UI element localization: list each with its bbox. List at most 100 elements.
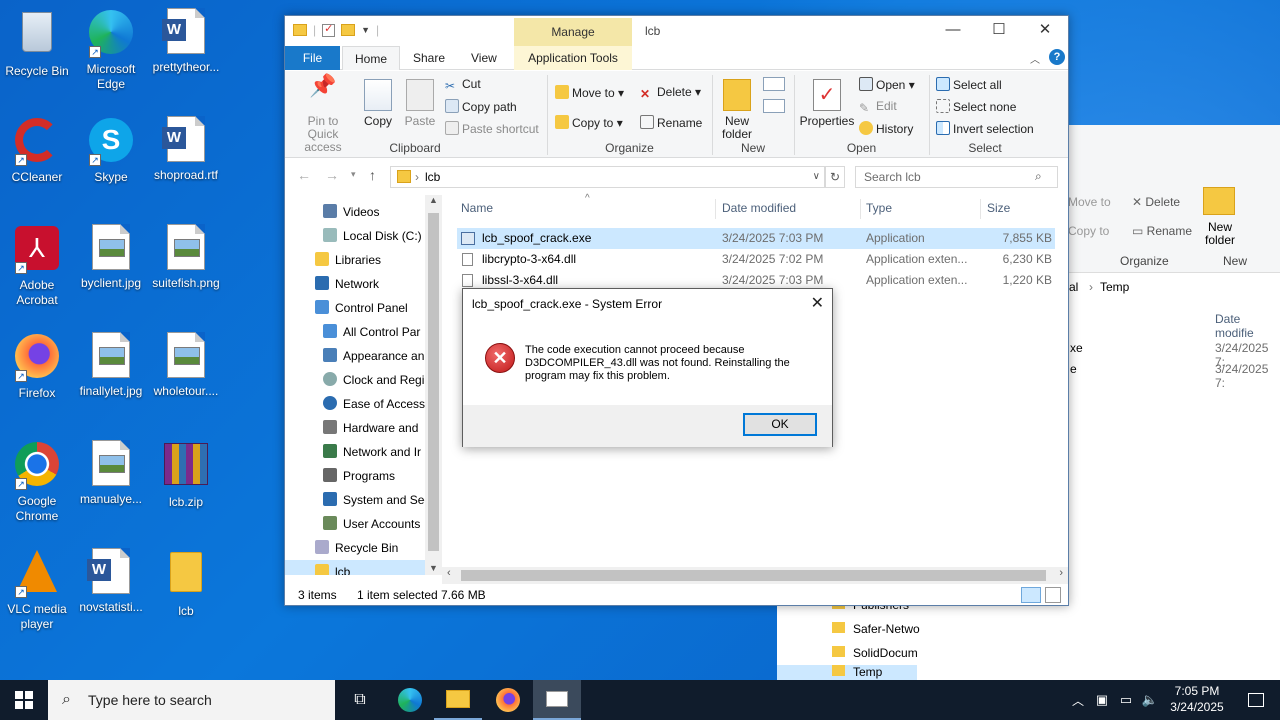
bg-row-name[interactable]: e bbox=[1070, 362, 1077, 376]
column-header-date[interactable]: Date modified bbox=[722, 201, 796, 215]
nav-item-videos[interactable]: Videos bbox=[285, 200, 425, 224]
show-hidden-icons-icon[interactable]: ︿ bbox=[1066, 680, 1090, 720]
close-button[interactable]: ✕ bbox=[1022, 16, 1068, 46]
nav-item-network-internet[interactable]: Network and Ir bbox=[285, 440, 425, 464]
address-dropdown-icon[interactable]: ∨ bbox=[813, 167, 820, 187]
nav-scrollbar-thumb[interactable] bbox=[428, 213, 439, 551]
recent-locations-icon[interactable]: ▾ bbox=[351, 169, 356, 180]
ok-button[interactable]: OK bbox=[743, 413, 817, 436]
nav-item-programs[interactable]: Programs bbox=[285, 464, 425, 488]
file-explorer-taskbar-icon[interactable] bbox=[434, 680, 482, 720]
desktop-icon-vlc[interactable]: ↗ VLC media player bbox=[0, 548, 75, 632]
open-button[interactable]: Open ▾ bbox=[859, 77, 915, 92]
maximize-button[interactable]: ☐ bbox=[976, 16, 1022, 46]
desktop-icon-skype[interactable]: S ↗ Skype bbox=[73, 116, 149, 185]
desktop-icon-wholetour[interactable]: wholetour.... bbox=[148, 332, 224, 399]
new-folder-button[interactable]: New folder bbox=[717, 79, 757, 141]
desktop-icon-acrobat[interactable]: ⅄ ↗ Adobe Acrobat bbox=[0, 224, 75, 308]
desktop-icon-shoproad[interactable]: W shoproad.rtf bbox=[148, 116, 224, 183]
bg-date-column-header[interactable]: Date modifie bbox=[1215, 312, 1280, 340]
desktop-icon-byclient[interactable]: byclient.jpg bbox=[73, 224, 149, 291]
edge-taskbar-icon[interactable] bbox=[386, 680, 434, 720]
bg-row-name[interactable]: xe bbox=[1070, 341, 1083, 355]
nav-item-network[interactable]: Network bbox=[285, 272, 425, 296]
horizontal-scrollbar[interactable]: ‹ › bbox=[442, 567, 1068, 584]
rename-button[interactable]: Rename bbox=[640, 115, 702, 130]
error-dialog-taskbar-icon[interactable] bbox=[533, 680, 581, 720]
device-icon[interactable]: ▣ bbox=[1090, 680, 1114, 720]
clock[interactable]: 7:05 PM 3/24/2025 bbox=[1162, 683, 1232, 715]
desktop-icon-lcb-zip[interactable]: lcb.zip bbox=[148, 440, 224, 510]
notifications-icon[interactable] bbox=[1232, 680, 1280, 720]
title-bar[interactable]: | ▼ | Manage lcb — ☐ ✕ bbox=[285, 16, 1068, 46]
tab-file[interactable]: File bbox=[285, 46, 340, 70]
bg-new-folder-button[interactable]: New folder bbox=[1200, 221, 1240, 247]
new-folder-qat-icon[interactable] bbox=[341, 24, 356, 36]
column-header-name[interactable]: Name bbox=[461, 201, 493, 215]
bg-nav-item[interactable]: Safer-Netwo bbox=[832, 622, 920, 636]
copy-to-button[interactable]: Copy to ▾ bbox=[555, 115, 623, 130]
address-bar[interactable]: › lcb ∨ bbox=[390, 166, 825, 188]
select-none-button[interactable]: Select none bbox=[936, 99, 1016, 114]
search-input[interactable]: Search lcb bbox=[855, 166, 1058, 188]
customize-qat-icon[interactable]: ▼ bbox=[361, 25, 370, 35]
collapse-ribbon-icon[interactable]: ︿ bbox=[1030, 51, 1040, 66]
system-error-dialog[interactable]: lcb_spoof_crack.exe - System Error ✕ ✕ T… bbox=[462, 288, 833, 447]
desktop-icon-lcb-folder[interactable]: lcb bbox=[148, 548, 224, 619]
file-row[interactable]: libcrypto-3-x64.dll 3/24/2025 7:02 PM Ap… bbox=[457, 249, 1055, 270]
nav-item-local-disk[interactable]: Local Disk (C:) bbox=[285, 224, 425, 248]
desktop-icon-prettytheor[interactable]: W prettytheor... bbox=[148, 8, 224, 75]
nav-item-appearance[interactable]: Appearance an bbox=[285, 344, 425, 368]
tab-home[interactable]: Home bbox=[342, 46, 401, 70]
desktop-icon-firefox[interactable]: ↗ Firefox bbox=[0, 332, 75, 401]
tab-application-tools[interactable]: Application Tools bbox=[514, 46, 632, 70]
nav-item-lcb[interactable]: lcb bbox=[285, 560, 425, 575]
volume-icon[interactable]: 🔈 bbox=[1138, 680, 1162, 720]
select-all-button[interactable]: Select all bbox=[936, 77, 1002, 92]
desktop-icon-suitefish[interactable]: suitefish.png bbox=[148, 224, 224, 291]
start-button[interactable] bbox=[0, 680, 48, 720]
desktop-icon-edge[interactable]: ↗ Microsoft Edge bbox=[73, 8, 149, 92]
nav-item-user-accounts[interactable]: User Accounts bbox=[285, 512, 425, 536]
nav-item-all-control-panel[interactable]: All Control Par bbox=[285, 320, 425, 344]
task-view-icon[interactable]: ⧉ bbox=[336, 680, 384, 720]
bg-breadcrumb-b[interactable]: Temp bbox=[1100, 280, 1129, 294]
nav-scrollbar[interactable]: ▲ ▼ bbox=[425, 195, 442, 575]
forward-arrow-icon[interactable]: → bbox=[325, 167, 339, 183]
firefox-taskbar-icon[interactable] bbox=[484, 680, 532, 720]
back-arrow-icon[interactable]: ← bbox=[297, 167, 311, 183]
easy-access-icon[interactable] bbox=[763, 99, 785, 113]
properties-qat-icon[interactable] bbox=[322, 22, 336, 37]
cut-button[interactable]: ✂ Cut bbox=[445, 77, 481, 93]
address-path[interactable]: lcb bbox=[425, 170, 440, 184]
tab-view[interactable]: View bbox=[459, 46, 509, 70]
copy-path-button[interactable]: Copy path bbox=[445, 99, 517, 114]
edit-button[interactable]: ✎ Edit bbox=[859, 99, 897, 115]
column-header-type[interactable]: Type bbox=[866, 201, 892, 215]
nav-item-control-panel[interactable]: Control Panel bbox=[285, 296, 425, 320]
bg-nav-item-selected[interactable]: Temp bbox=[777, 665, 917, 680]
manage-contextual-tab[interactable]: Manage bbox=[514, 18, 632, 46]
new-item-icon[interactable] bbox=[763, 77, 785, 91]
desktop-icon-finallylet[interactable]: finallylet.jpg bbox=[73, 332, 149, 399]
large-icons-view-icon[interactable] bbox=[1045, 587, 1061, 603]
desktop-icon-ccleaner[interactable]: ↗ CCleaner bbox=[0, 116, 75, 185]
history-button[interactable]: History bbox=[859, 121, 913, 136]
copy-button[interactable]: Copy bbox=[361, 79, 395, 128]
minimize-button[interactable]: — bbox=[930, 16, 976, 46]
bg-move-to-button[interactable]: Move to bbox=[1068, 195, 1111, 209]
help-icon[interactable]: ? bbox=[1049, 49, 1065, 65]
dialog-close-icon[interactable]: ✕ bbox=[811, 293, 824, 313]
file-row[interactable]: lcb_spoof_crack.exe 3/24/2025 7:03 PM Ap… bbox=[457, 228, 1055, 249]
network-tray-icon[interactable]: ▭ bbox=[1114, 680, 1138, 720]
nav-item-system-security[interactable]: System and Sec bbox=[285, 488, 425, 512]
desktop-icon-chrome[interactable]: ↗ Google Chrome bbox=[0, 440, 75, 524]
properties-button[interactable]: ✓ Properties bbox=[799, 79, 855, 128]
taskbar-search-box[interactable]: ⌕ Type here to search bbox=[48, 680, 335, 720]
desktop-icon-novstatisti[interactable]: W novstatisti... bbox=[73, 548, 149, 615]
nav-item-recycle-bin[interactable]: Recycle Bin bbox=[285, 536, 425, 560]
move-to-button[interactable]: Move to ▾ bbox=[555, 85, 624, 100]
invert-selection-button[interactable]: Invert selection bbox=[936, 121, 1034, 136]
bg-copy-to-button[interactable]: Copy to bbox=[1068, 224, 1109, 238]
paste-shortcut-button[interactable]: Paste shortcut bbox=[445, 121, 539, 136]
